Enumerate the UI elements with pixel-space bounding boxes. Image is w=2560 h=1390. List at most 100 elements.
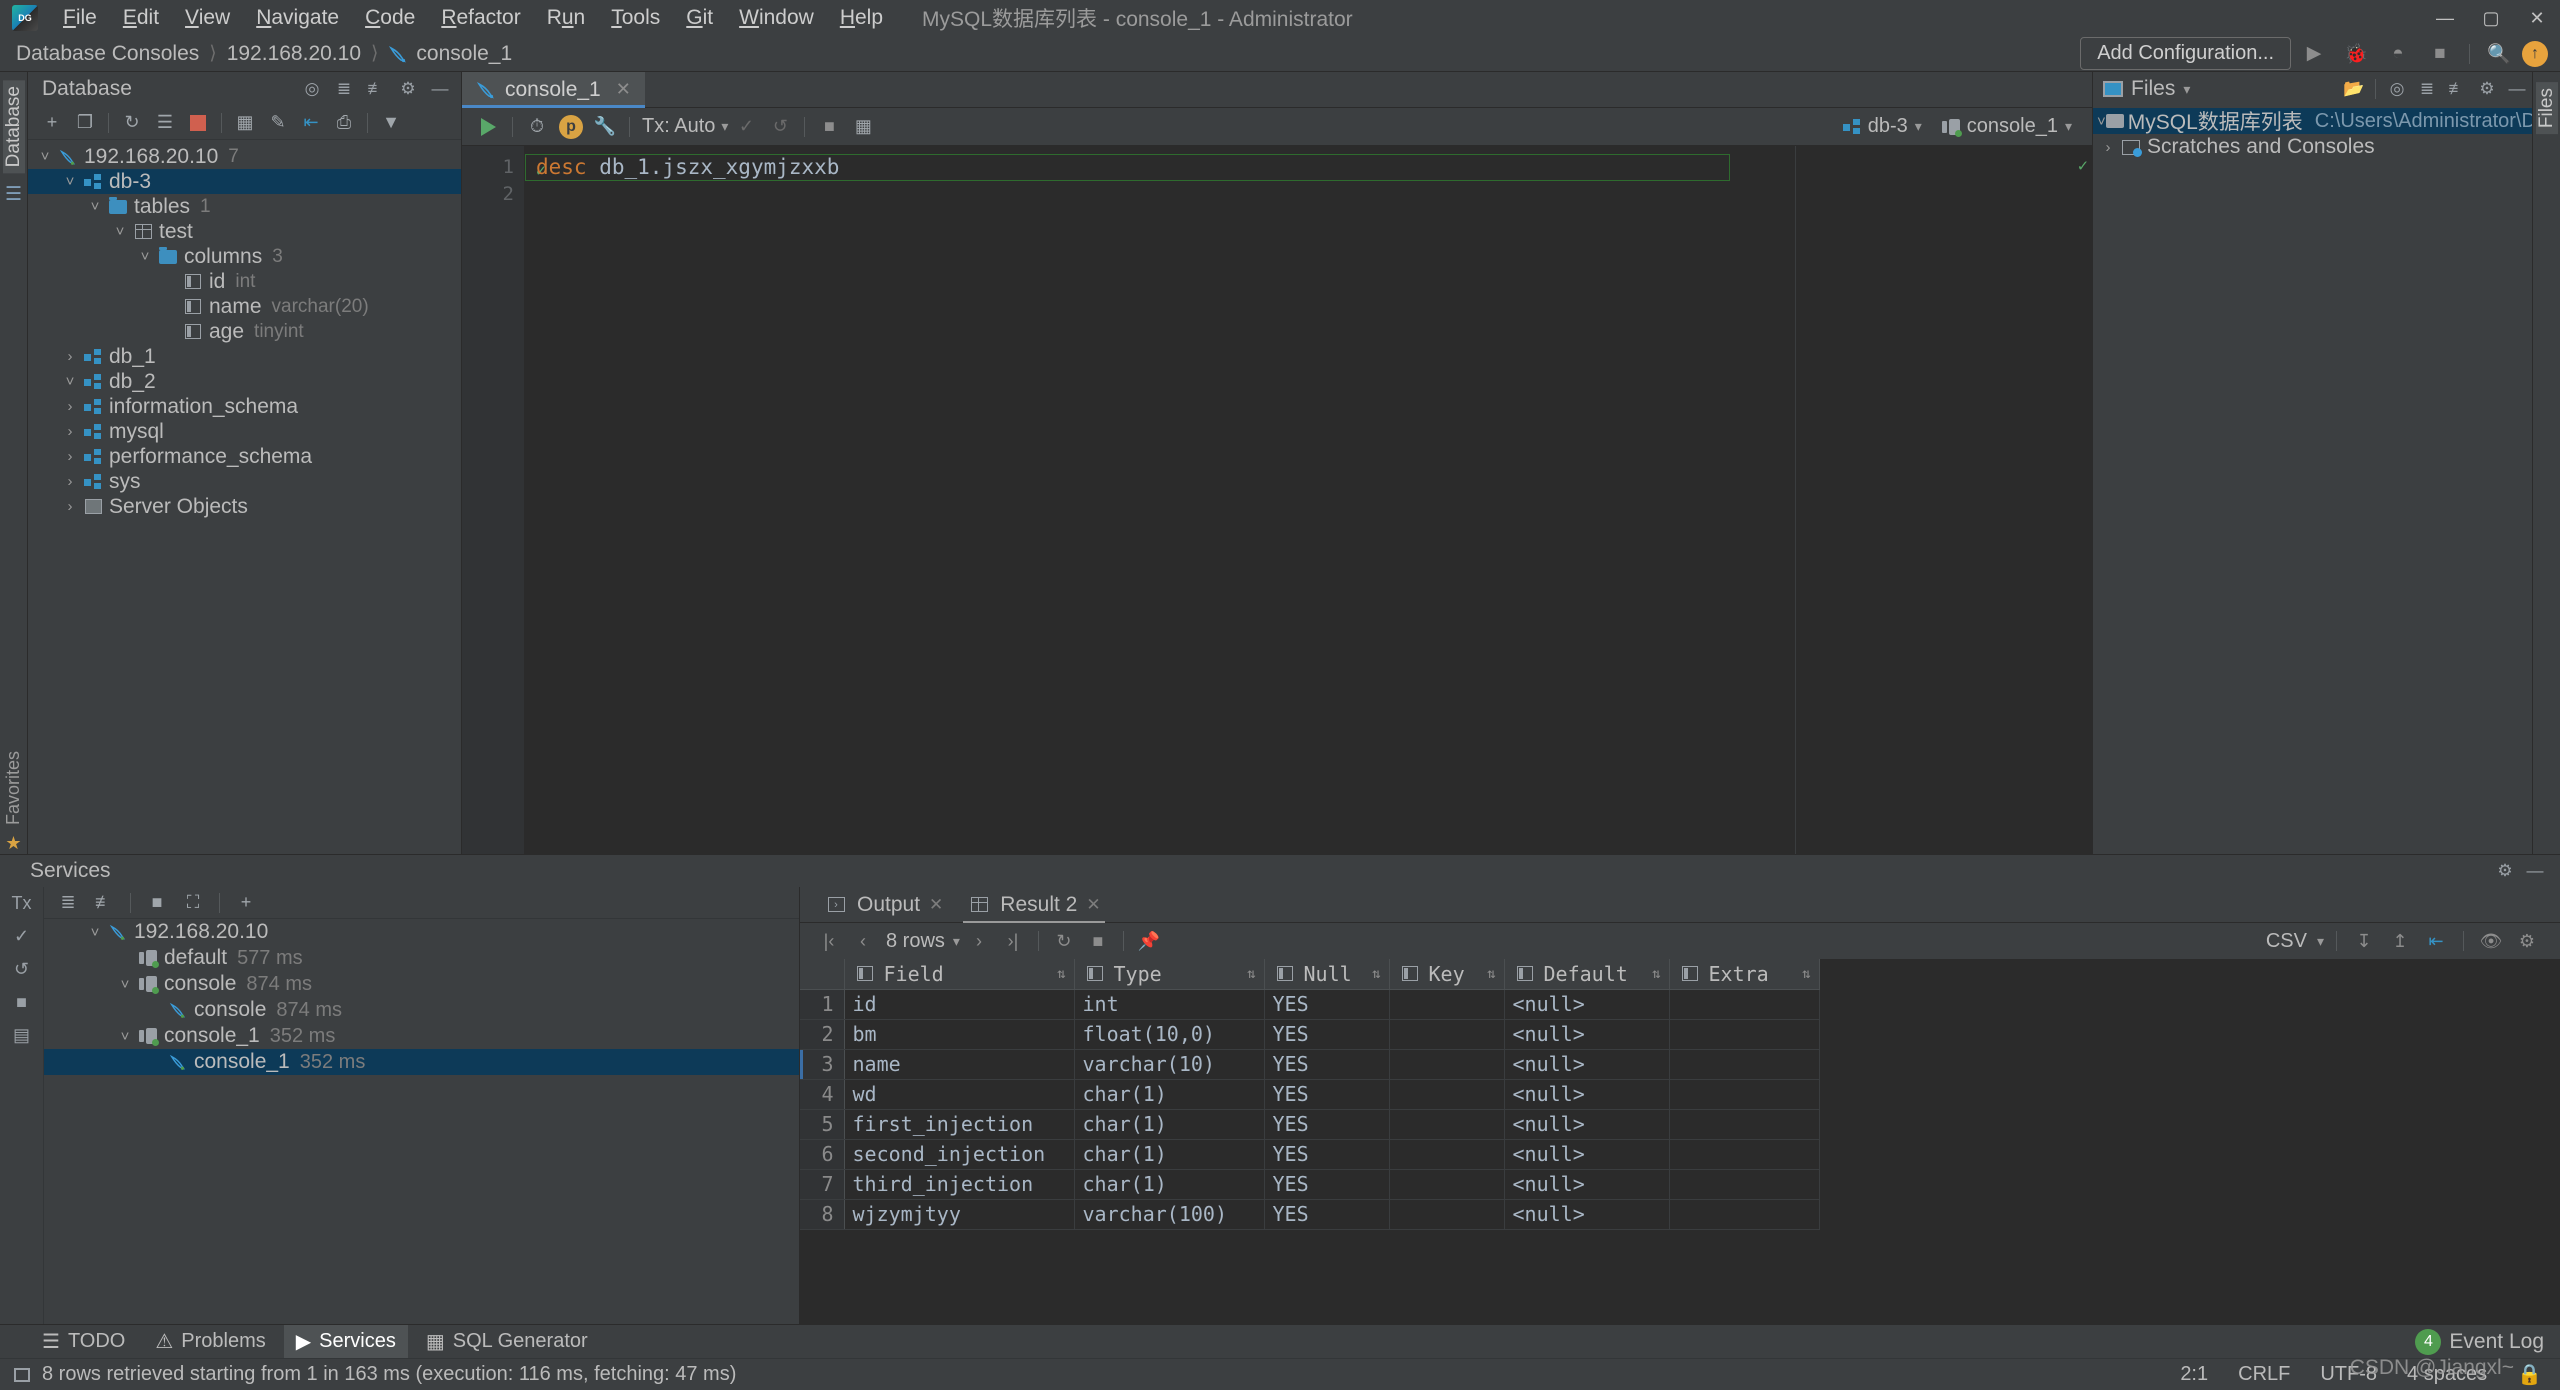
tree-expand-arrow-icon[interactable]: › xyxy=(59,423,81,440)
update-badge-icon[interactable]: ↑ xyxy=(2522,40,2548,67)
filter-icon[interactable]: ▼ xyxy=(375,108,407,138)
cell-default[interactable]: <null> xyxy=(1504,1109,1670,1140)
row-count-label[interactable]: 8 rows xyxy=(882,930,949,953)
commit-icon[interactable]: ✓ xyxy=(14,926,29,947)
open-folder-icon[interactable]: 📂 xyxy=(2339,75,2369,103)
sort-arrows-icon[interactable]: ⇅ xyxy=(1487,966,1495,982)
database-tree-node[interactable]: ˅ db-3 xyxy=(28,169,461,194)
locate-icon[interactable]: ◎ xyxy=(2382,75,2412,103)
menu-code[interactable]: Code xyxy=(352,0,428,36)
show-results-icon[interactable]: ▦ xyxy=(847,112,879,142)
close-icon[interactable]: ✕ xyxy=(929,895,943,915)
stop-icon[interactable]: ■ xyxy=(1083,931,1113,952)
column-header-field[interactable]: Field ⇅ xyxy=(844,959,1075,990)
services-tree-node[interactable]: console 874 ms xyxy=(44,997,799,1023)
chevron-down-icon[interactable]: ▾ xyxy=(2183,81,2190,98)
cell-key[interactable] xyxy=(1389,1079,1505,1110)
database-stack-icon[interactable]: ☰ xyxy=(5,183,22,206)
database-tree-node[interactable]: › Server Objects xyxy=(28,494,461,519)
database-tree-node[interactable]: name varchar(20) xyxy=(28,294,461,319)
export-format-label[interactable]: CSV xyxy=(2262,930,2311,953)
result-grid[interactable]: Field ⇅ Type ⇅ Null ⇅ Key ⇅ Default ⇅ Extra ⇅ 1 id in… xyxy=(800,959,2560,1324)
commit-icon[interactable]: ✓ xyxy=(730,112,762,142)
tree-expand-arrow-icon[interactable]: › xyxy=(59,348,81,365)
cell-field[interactable]: id xyxy=(844,989,1075,1020)
hide-panel-icon[interactable]: — xyxy=(2520,857,2550,885)
session-selector[interactable]: console_1 ▾ xyxy=(1936,112,2078,141)
tree-expand-arrow-icon[interactable]: ˅ xyxy=(84,198,106,215)
breadcrumb-console[interactable]: console_1 xyxy=(388,42,512,66)
table-row[interactable]: 3 name varchar(10) YES <null> xyxy=(800,1049,1820,1080)
tree-expand-arrow-icon[interactable]: › xyxy=(59,398,81,415)
files-tree[interactable]: ˅ MySQL数据库列表 C:\Users\Administrator\DataGr… xyxy=(2093,106,2560,160)
collapse-all-icon[interactable]: ≢ xyxy=(2442,75,2472,103)
services-tree-node[interactable]: ˅ 192.168.20.10 xyxy=(44,919,799,945)
search-icon[interactable]: 🔍 xyxy=(2480,38,2518,70)
chevron-down-icon[interactable]: ▾ xyxy=(953,933,960,950)
tool-window-button-services[interactable]: ▶ Services xyxy=(283,1325,408,1358)
tree-expand-arrow-icon[interactable]: › xyxy=(2097,139,2119,156)
tree-expand-arrow-icon[interactable]: ˅ xyxy=(59,373,81,390)
parameters-icon[interactable]: p xyxy=(555,112,587,142)
sync-icon[interactable]: ☰ xyxy=(149,108,181,138)
tool-window-button-favorites[interactable]: Favorites xyxy=(3,751,24,825)
cell-null[interactable]: YES xyxy=(1264,1079,1390,1110)
tree-expand-arrow-icon[interactable]: ˅ xyxy=(114,976,136,993)
cell-type[interactable]: char(1) xyxy=(1074,1109,1265,1140)
event-log-button[interactable]: Event Log xyxy=(2449,1330,2544,1354)
stop-refresh-icon[interactable] xyxy=(182,108,214,138)
tree-expand-arrow-icon[interactable]: › xyxy=(59,473,81,490)
column-header-type[interactable]: Type ⇅ xyxy=(1074,959,1265,990)
expand-all-icon[interactable]: ≣ xyxy=(52,888,84,918)
cell-key[interactable] xyxy=(1389,1199,1505,1230)
table-row[interactable]: 2 bm float(10,0) YES <null> xyxy=(800,1019,1820,1050)
expand-all-icon[interactable]: ≣ xyxy=(2412,75,2442,103)
cell-default[interactable]: <null> xyxy=(1504,1139,1670,1170)
cell-type[interactable]: varchar(100) xyxy=(1074,1199,1265,1230)
stop-icon[interactable]: ■ xyxy=(2421,38,2459,70)
breadcrumb-host[interactable]: 192.168.20.10 xyxy=(227,42,361,66)
sort-arrows-icon[interactable]: ⇅ xyxy=(1057,966,1065,982)
menu-window[interactable]: Window xyxy=(726,0,827,36)
cell-default[interactable]: <null> xyxy=(1504,1079,1670,1110)
view-options-icon[interactable]: 👁 xyxy=(2476,931,2506,952)
prev-page-icon[interactable]: ‹ xyxy=(848,931,878,952)
rollback-icon[interactable]: ↺ xyxy=(764,112,796,142)
cell-type[interactable]: char(1) xyxy=(1074,1079,1265,1110)
cell-extra[interactable] xyxy=(1669,1079,1820,1110)
menu-file[interactable]: File xyxy=(50,0,110,36)
cell-field[interactable]: wd xyxy=(844,1079,1075,1110)
menu-help[interactable]: Help xyxy=(827,0,896,36)
database-tree-node[interactable]: age tinyint xyxy=(28,319,461,344)
caret-position[interactable]: 2:1 xyxy=(2180,1363,2208,1386)
sort-arrows-icon[interactable]: ⇅ xyxy=(1372,966,1380,982)
cell-null[interactable]: YES xyxy=(1264,1139,1390,1170)
gear-icon[interactable]: ⚙ xyxy=(2490,857,2520,885)
menu-navigate[interactable]: Navigate xyxy=(243,0,352,36)
database-tree-node[interactable]: › information_schema xyxy=(28,394,461,419)
database-tree-node[interactable]: ˅ tables 1 xyxy=(28,194,461,219)
column-header-default[interactable]: Default ⇅ xyxy=(1504,959,1670,990)
debug-icon[interactable]: 🐞 xyxy=(2337,38,2375,70)
lock-icon[interactable]: 🔒 xyxy=(2517,1362,2542,1387)
cell-default[interactable]: <null> xyxy=(1504,1169,1670,1200)
cell-extra[interactable] xyxy=(1669,1019,1820,1050)
table-row[interactable]: 5 first_injection char(1) YES <null> xyxy=(800,1109,1820,1140)
column-header-key[interactable]: Key ⇅ xyxy=(1389,959,1505,990)
database-tree-node[interactable]: › performance_schema xyxy=(28,444,461,469)
cell-null[interactable]: YES xyxy=(1264,1109,1390,1140)
hide-panel-icon[interactable]: — xyxy=(2502,75,2532,103)
editor-tab-console-1[interactable]: console_1 ✕ xyxy=(462,71,645,108)
sql-script-icon[interactable]: ⎙ xyxy=(328,108,360,138)
locate-icon[interactable]: ◎ xyxy=(297,75,327,103)
hide-panel-icon[interactable]: — xyxy=(425,75,455,103)
database-tree-node[interactable]: › mysql xyxy=(28,419,461,444)
cell-type[interactable]: varchar(10) xyxy=(1074,1049,1265,1080)
cell-type[interactable]: float(10,0) xyxy=(1074,1019,1265,1050)
settings-wrench-icon[interactable]: 🔧 xyxy=(589,112,621,142)
jump-to-icon[interactable]: ⇤ xyxy=(295,108,327,138)
table-row[interactable]: 1 id int YES <null> xyxy=(800,989,1820,1020)
cell-field[interactable]: second_injection xyxy=(844,1139,1075,1170)
cell-null[interactable]: YES xyxy=(1264,1019,1390,1050)
table-row[interactable]: 8 wjzymjtyy varchar(100) YES <null> xyxy=(800,1199,1820,1230)
